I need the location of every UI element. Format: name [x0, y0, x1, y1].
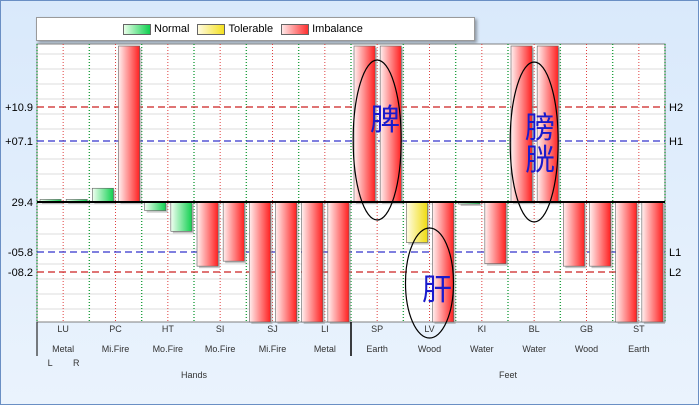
y-tick-label: +10.9	[5, 102, 33, 114]
x-tick-element: Mi.Fire	[102, 344, 130, 354]
x-tick-code: LI	[321, 324, 329, 334]
bar-sj-l	[249, 201, 271, 323]
x-tick-element: Mo.Fire	[153, 344, 184, 354]
y-tick-label: -08.2	[8, 267, 33, 279]
side-label-l: L	[48, 358, 53, 368]
group-label-hands: Hands	[181, 370, 208, 380]
reference-label-l1: L1	[669, 247, 681, 259]
group-label-feet: Feet	[499, 370, 518, 380]
x-tick-code: PC	[109, 324, 122, 334]
x-tick-code: LV	[424, 324, 434, 334]
annotation-label: 肝	[422, 274, 452, 307]
x-tick-element: Earth	[366, 344, 388, 354]
annotation-label: 胱	[525, 144, 555, 177]
annotation-label: 膀	[525, 112, 555, 145]
bar-st-l	[615, 201, 638, 323]
bar-si-r	[222, 201, 245, 262]
bar-chart: +10.9 H2 +07.1 H1 -05.8 L1 -08.2 L2 29.4 LU Metal P…	[5, 43, 683, 380]
x-tick-element: Wood	[418, 344, 441, 354]
x-tick-code: GB	[580, 324, 593, 334]
x-tick-element: Water	[522, 344, 546, 354]
bar-si-l	[196, 201, 219, 267]
side-label-r: R	[73, 358, 80, 368]
bar-ht-l	[144, 201, 167, 211]
bar-pc-r	[118, 45, 140, 203]
bar-ht-r	[170, 201, 193, 232]
x-tick-code: KI	[478, 324, 487, 334]
annotation-label: 脾	[370, 104, 400, 137]
x-tick-element: Metal	[314, 344, 336, 354]
x-tick-code: LU	[57, 324, 69, 334]
bar-li-r	[327, 201, 350, 323]
x-tick-element: Mo.Fire	[205, 344, 236, 354]
bar-pc-l	[92, 187, 114, 203]
bar-shadow	[460, 204, 482, 206]
bar-gb-r	[589, 201, 611, 267]
x-tick-element: Water	[470, 344, 494, 354]
x-tick-element: Mi.Fire	[259, 344, 287, 354]
x-tick-code: ST	[633, 324, 645, 334]
bar-ki-r	[484, 201, 507, 264]
bar-li-l	[301, 201, 324, 323]
reference-label-h2: H2	[669, 102, 683, 114]
y-tick-label: +07.1	[5, 136, 33, 148]
x-tick-code: SP	[371, 324, 383, 334]
x-tick-code: SJ	[267, 324, 278, 334]
x-tick-code: SI	[216, 324, 225, 334]
bar-gb-l	[563, 201, 585, 267]
reference-label-l2: L2	[669, 267, 681, 279]
x-tick-code: HT	[162, 324, 174, 334]
reference-label-h1: H1	[669, 136, 683, 148]
x-tick-code: BL	[529, 324, 540, 334]
bar-sj-r	[275, 201, 297, 323]
bar-st-r	[641, 201, 664, 323]
x-tick-element: Wood	[575, 344, 598, 354]
x-tick-element: Metal	[52, 344, 74, 354]
x-tick-element: Earth	[628, 344, 650, 354]
y-tick-label-baseline: 29.4	[12, 197, 33, 209]
y-tick-label: -05.8	[8, 247, 33, 259]
